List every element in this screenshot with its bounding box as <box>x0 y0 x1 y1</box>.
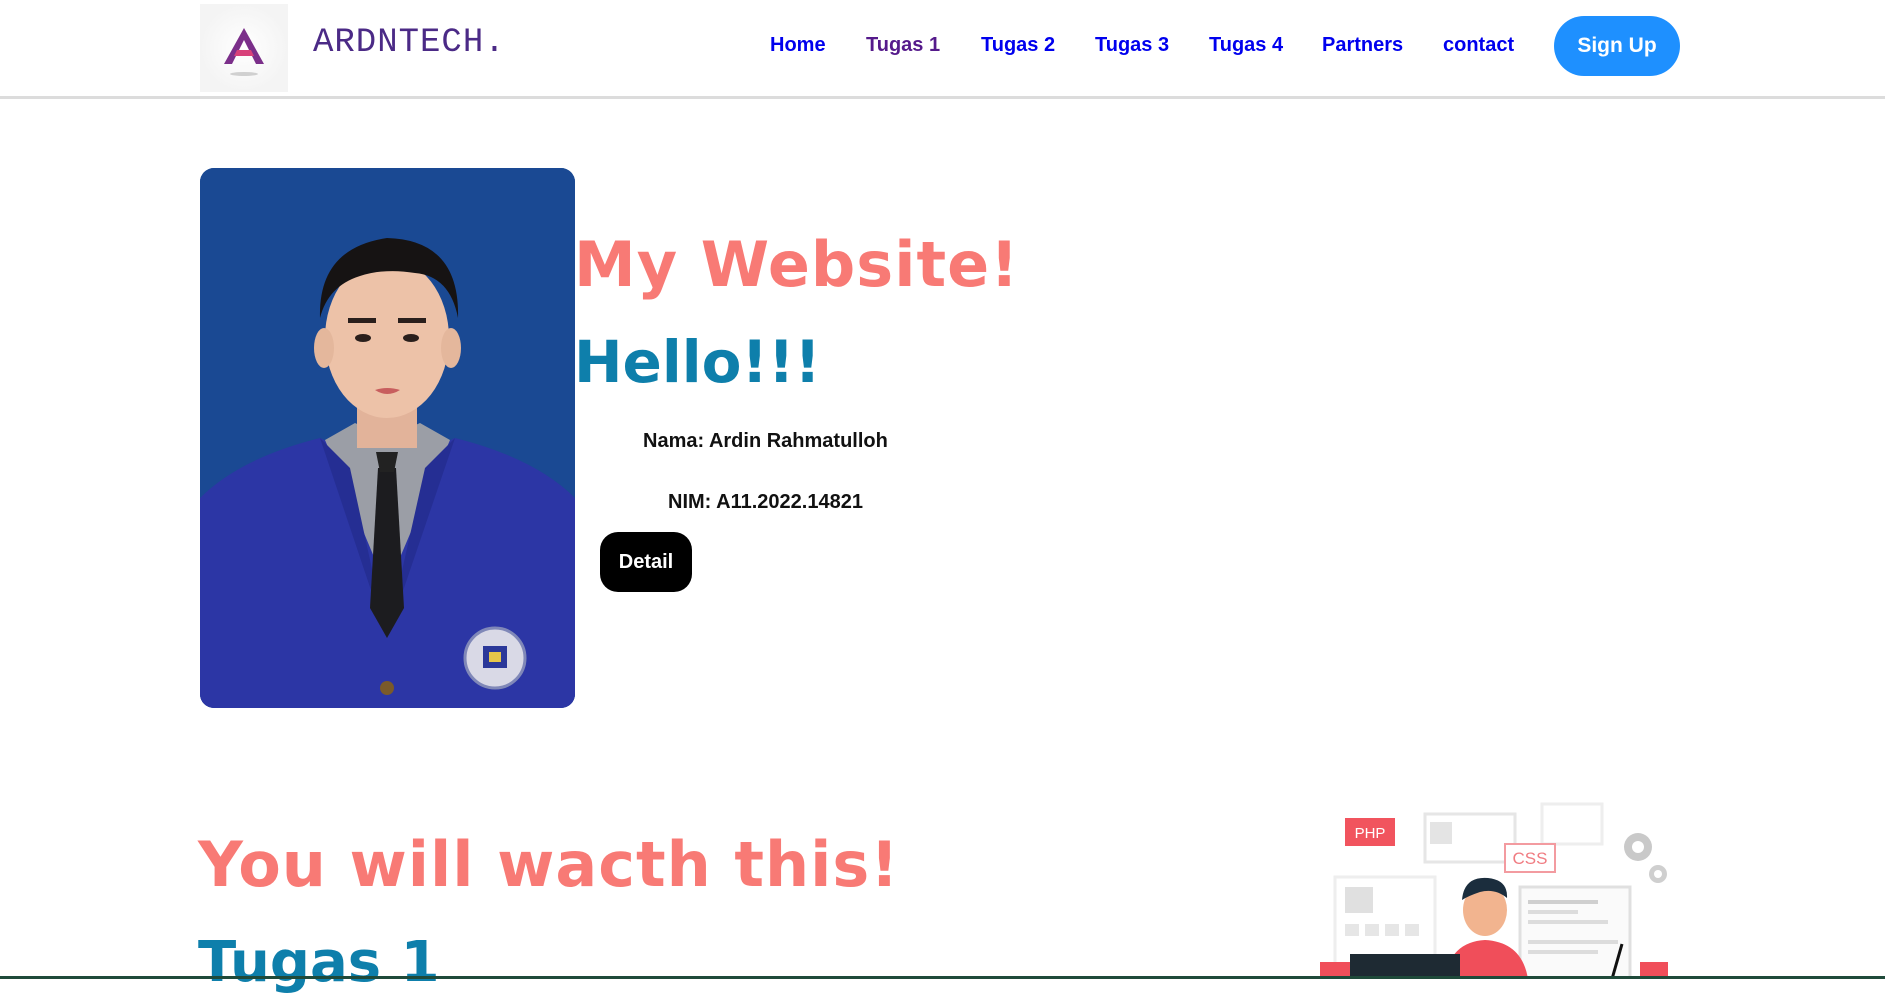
php-tag: PHP <box>1355 825 1386 842</box>
nav-tugas-1[interactable]: Tugas 1 <box>866 34 940 57</box>
profile-photo <box>200 168 575 708</box>
brand-name[interactable]: ARDNTECH. <box>313 24 506 62</box>
student-name: Nama: Ardin Rahmatulloh <box>643 430 888 452</box>
developer-illustration: PHP CSS <box>1310 792 1690 981</box>
page-title: My Website! <box>574 228 1020 301</box>
detail-button[interactable]: Detail <box>600 532 692 592</box>
brand-logo-icon[interactable] <box>200 4 288 92</box>
nav-partners[interactable]: Partners <box>1322 34 1403 57</box>
top-navbar: ARDNTECH. Home Tugas 1 Tugas 2 Tugas 3 T… <box>0 0 1885 99</box>
nav-tugas-2[interactable]: Tugas 2 <box>981 34 1055 57</box>
student-nim: NIM: A11.2022.14821 <box>668 491 863 513</box>
section-title: You will wacth this! <box>198 828 900 901</box>
css-tag: CSS <box>1513 849 1548 868</box>
nav-contact[interactable]: contact <box>1443 34 1514 57</box>
sign-up-button[interactable]: Sign Up <box>1554 16 1680 76</box>
nav-home[interactable]: Home <box>770 34 826 57</box>
section-subtitle: Tugas 1 <box>198 930 440 995</box>
greeting-heading: Hello!!! <box>574 328 821 396</box>
nav-tugas-3[interactable]: Tugas 3 <box>1095 34 1169 57</box>
nav-tugas-4[interactable]: Tugas 4 <box>1209 34 1283 57</box>
